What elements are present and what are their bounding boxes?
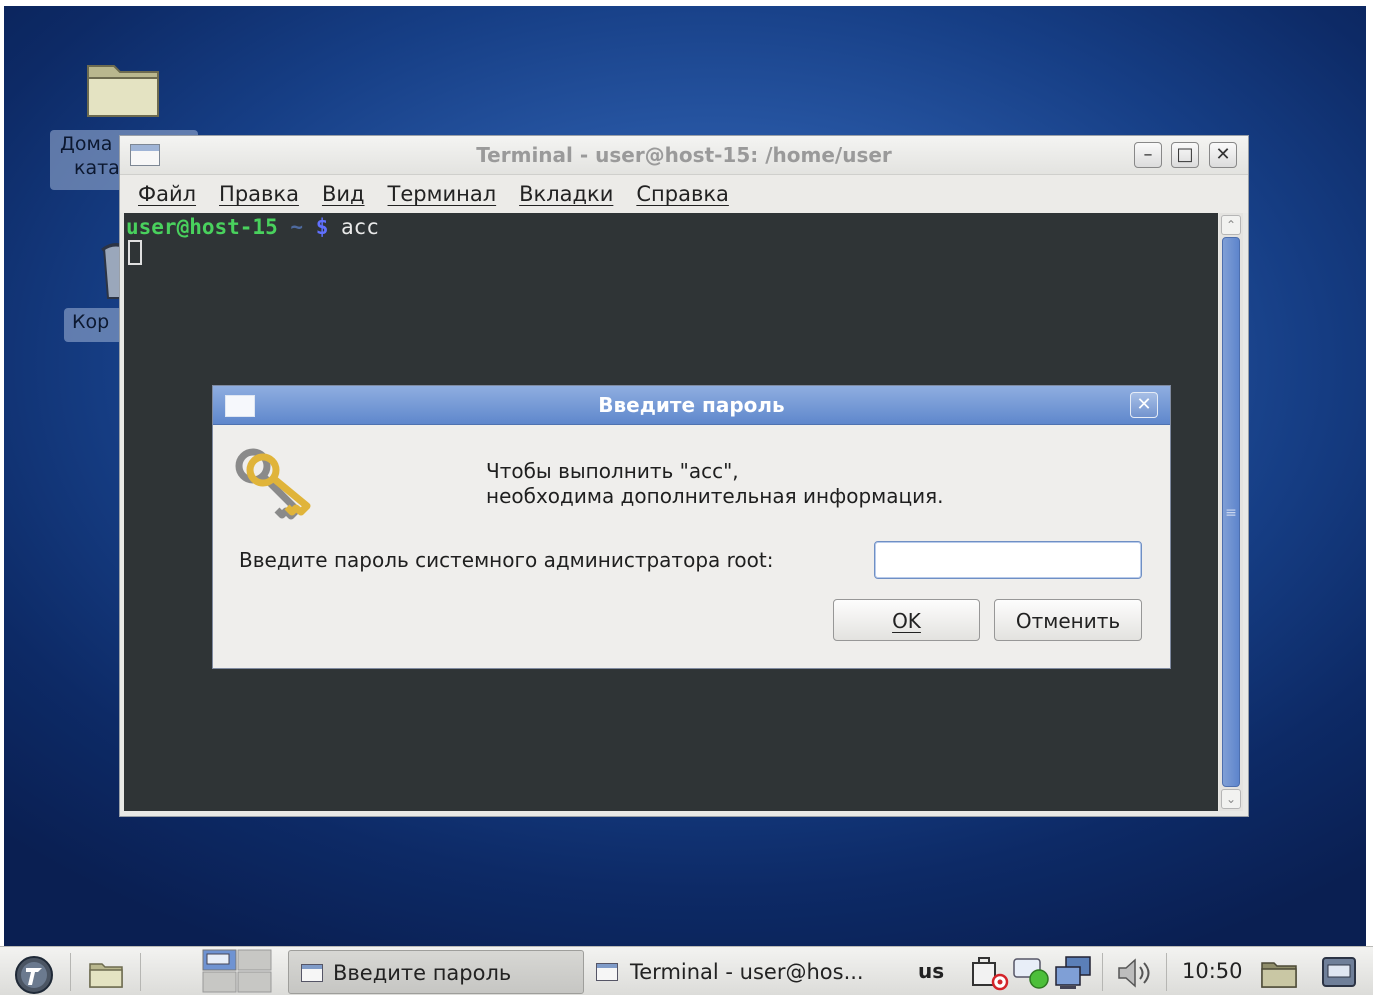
dialog-titlebar[interactable]: Введите пароль ✕ [213,386,1170,425]
terminal-title: Terminal - user@host-15: /home/user [476,143,892,167]
terminal-cursor [128,240,142,265]
workspace-pager-icon[interactable] [202,949,272,993]
dialog-title: Введите пароль [598,393,785,417]
file-manager-icon[interactable] [88,959,124,989]
scroll-up-icon[interactable]: ⌃ [1221,215,1241,235]
dialog-message: Чтобы выполнить "acc", необходима дополн… [486,459,943,509]
scrollbar-thumb[interactable]: ≡ [1222,237,1240,787]
window-icon [301,964,323,982]
terminal-scrollbar[interactable]: ⌃ ≡ ⌄ [1219,213,1243,811]
message-line2: необходима дополнительная информация. [486,484,944,508]
taskbar-separator [1102,953,1103,991]
menu-view[interactable]: Вид [322,182,365,206]
menu-edit[interactable]: Правка [219,182,299,206]
network-icon[interactable] [1054,955,1094,991]
show-desktop-icon[interactable] [1322,957,1356,987]
terminal-menubar: Файл Правка Вид Терминал Вкладки Справка [120,175,1248,213]
prompt-symbol: $ [315,215,329,239]
folder-icon[interactable] [84,56,164,122]
task-label-terminal: Terminal - user@hos... [630,960,864,984]
taskbar-separator [140,953,141,991]
scroll-down-icon[interactable]: ⌄ [1221,789,1241,809]
terminal-prompt-line: user@host-15 ~ $ acc [126,215,379,239]
window-icon [596,963,618,981]
volume-icon[interactable] [1116,957,1156,989]
keys-icon [235,448,311,520]
prompt-user: user@host-15 [126,215,278,239]
task-password-dialog[interactable]: Введите пароль [288,950,584,994]
prompt-command: acc [341,215,379,239]
taskbar: Введите пароль Terminal - user@hos... us… [0,946,1373,995]
task-terminal[interactable]: Terminal - user@hos... [592,950,888,994]
dialog-close-button[interactable]: ✕ [1130,392,1158,418]
password-field[interactable] [874,541,1142,579]
maximize-button[interactable]: □ [1171,142,1199,168]
cancel-button[interactable]: Отменить [994,599,1142,641]
taskbar-separator [70,953,71,991]
message-line1: Чтобы выполнить "acc", [486,459,739,483]
home-folder-icon[interactable] [1260,957,1298,989]
minimize-button[interactable]: – [1134,142,1162,168]
menu-tabs[interactable]: Вкладки [519,182,613,206]
menu-file[interactable]: Файл [138,182,196,206]
menu-terminal[interactable]: Терминал [388,182,497,206]
task-label-dialog: Введите пароль [333,961,512,985]
keyboard-layout-indicator[interactable]: us [918,947,944,995]
taskbar-separator [1166,953,1167,991]
menu-help[interactable]: Справка [636,182,729,206]
desktop: Дома ката Кор Terminal - user@host-15: /… [4,6,1366,946]
trash-label: Кор [72,311,110,333]
password-dialog: Введите пароль ✕ Чтобы выполнить "acc", … [212,385,1171,669]
terminal-titlebar[interactable]: Terminal - user@host-15: /home/user – □ … [120,136,1248,175]
password-label: Введите пароль системного администратора… [239,548,774,572]
prompt-dir: ~ [290,215,304,239]
ok-label: OK [892,609,921,633]
removable-device-icon[interactable] [970,955,1010,991]
ok-button[interactable]: OK [833,599,980,641]
clock[interactable]: 10:50 [1182,947,1243,995]
chat-status-icon[interactable] [1012,955,1052,991]
close-button[interactable]: ✕ [1209,142,1237,168]
start-menu-icon[interactable] [14,955,54,995]
